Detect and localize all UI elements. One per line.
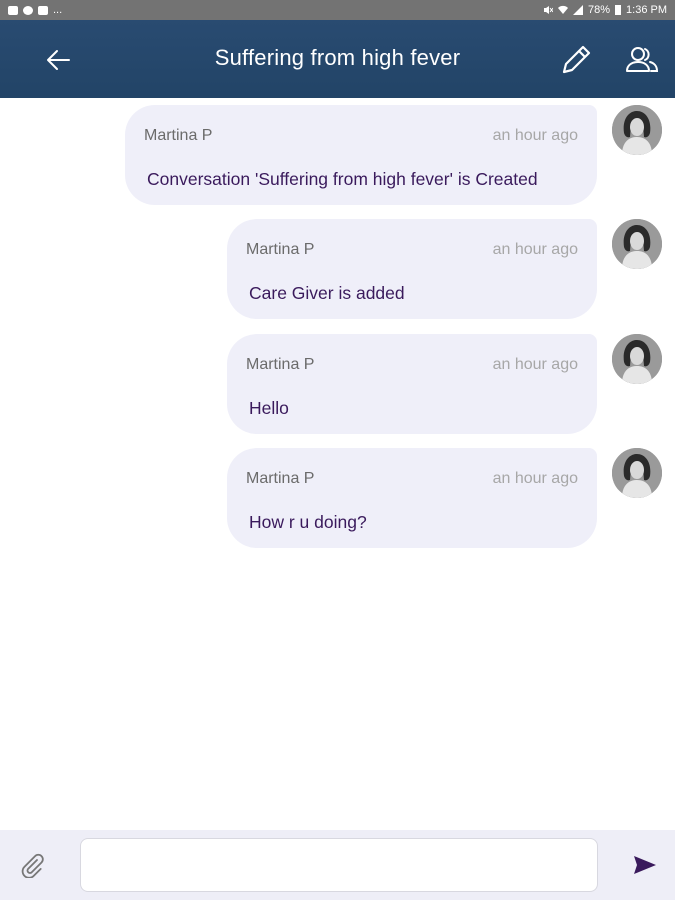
- message-time: an hour ago: [492, 127, 578, 144]
- message-time: an hour ago: [492, 470, 578, 487]
- message-bubble[interactable]: Martina P an hour ago Care Giver is adde…: [227, 219, 597, 319]
- message-composer: [0, 830, 675, 900]
- message-item: Martina P an hour ago Care Giver is adde…: [0, 219, 675, 319]
- avatar-photo: [612, 334, 662, 384]
- message-item: Martina P an hour ago Conversation 'Suff…: [0, 105, 675, 205]
- message-time: an hour ago: [492, 241, 578, 258]
- more-notifications: ...: [53, 4, 63, 16]
- mute-icon: [544, 6, 553, 14]
- message-text: How r u doing?: [249, 512, 367, 532]
- avatar-photo: [612, 105, 662, 155]
- message-bubble[interactable]: Martina P an hour ago Hello: [227, 334, 597, 434]
- battery-icon: [615, 5, 622, 15]
- message-list[interactable]: Martina P an hour ago Conversation 'Suff…: [0, 98, 675, 830]
- avatar[interactable]: [612, 448, 662, 498]
- send-icon: [634, 856, 656, 874]
- message-bubble[interactable]: Martina P an hour ago Conversation 'Suff…: [125, 105, 597, 205]
- signal-icon: [573, 5, 583, 15]
- youtube-icon: [38, 5, 48, 15]
- message-item: Martina P an hour ago Hello: [0, 334, 675, 434]
- attach-button[interactable]: [17, 850, 47, 880]
- conversation-title: Suffering from high fever: [214, 45, 461, 70]
- app-bar: Suffering from high fever: [0, 20, 675, 98]
- avatar[interactable]: [612, 334, 662, 384]
- avatar[interactable]: [612, 105, 662, 155]
- send-button[interactable]: [628, 850, 662, 880]
- participants-button[interactable]: [622, 40, 662, 80]
- back-button[interactable]: [40, 42, 76, 78]
- clock: 1:36 PM: [626, 4, 667, 16]
- message-bubble[interactable]: Martina P an hour ago How r u doing?: [227, 448, 597, 548]
- people-icon: [626, 47, 659, 72]
- message-text: Care Giver is added: [249, 283, 405, 303]
- sender-name: Martina P: [246, 356, 315, 373]
- gallery-icon: [8, 5, 18, 15]
- message-text: Conversation 'Suffering from high fever'…: [147, 169, 538, 189]
- edit-button[interactable]: [556, 40, 596, 80]
- avatar-photo: [612, 448, 662, 498]
- battery-percent: 78%: [588, 4, 611, 16]
- avatar[interactable]: [612, 219, 662, 269]
- message-item: Martina P an hour ago How r u doing?: [0, 448, 675, 548]
- wifi-icon: [558, 5, 568, 15]
- pencil-icon: [562, 45, 591, 74]
- sender-name: Martina P: [246, 470, 315, 487]
- status-left: ...: [8, 4, 62, 16]
- arrow-left-icon: [47, 50, 70, 70]
- avatar-photo: [612, 219, 662, 269]
- sender-name: Martina P: [144, 127, 213, 144]
- message-text: Hello: [249, 398, 289, 418]
- sender-name: Martina P: [246, 241, 315, 258]
- message-time: an hour ago: [492, 356, 578, 373]
- message-input[interactable]: [80, 838, 598, 892]
- ring-icon: [23, 5, 33, 15]
- status-right: 78% 1:36 PM: [543, 4, 667, 16]
- paperclip-icon: [21, 853, 44, 878]
- status-bar: ... 78% 1:36 PM: [0, 0, 675, 20]
